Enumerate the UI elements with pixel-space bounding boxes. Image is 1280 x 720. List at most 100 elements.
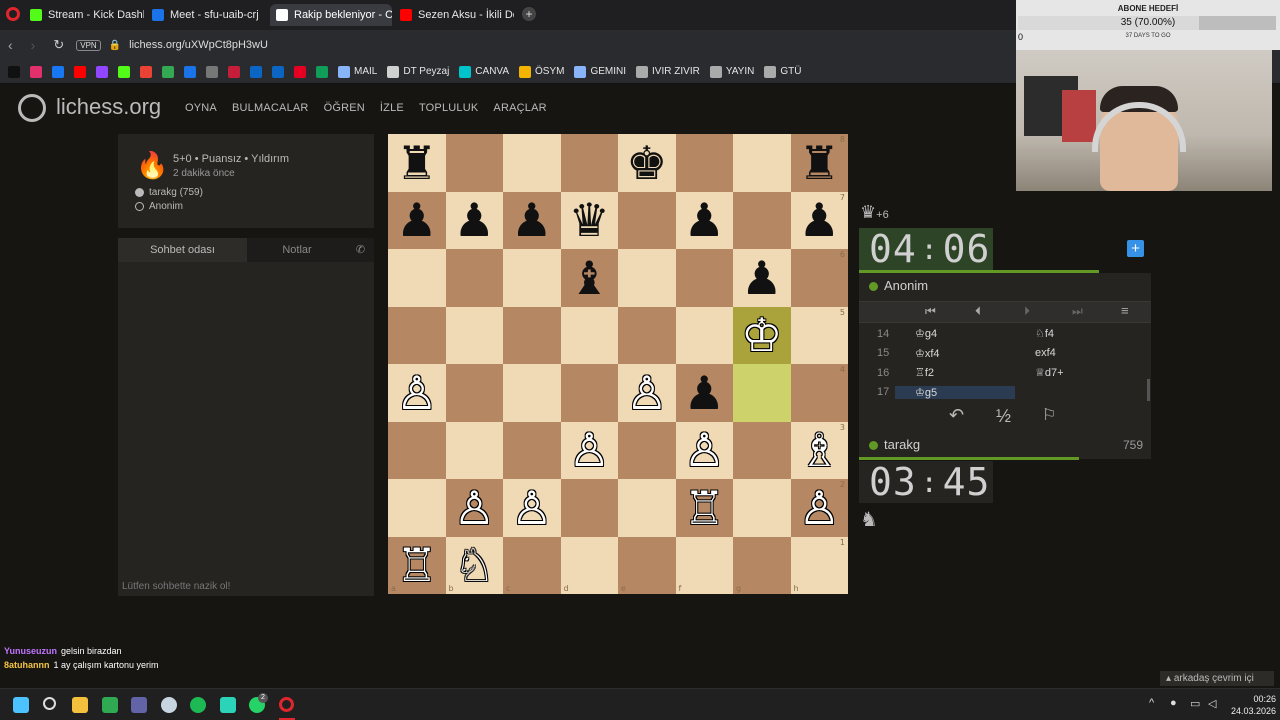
- black-piece-icon[interactable]: ♚: [626, 140, 667, 186]
- bookmark-item[interactable]: [30, 65, 42, 78]
- square-e4[interactable]: ♙: [618, 364, 676, 422]
- bookmark-item[interactable]: [52, 65, 64, 78]
- bookmark-item[interactable]: GEMINI: [574, 65, 626, 78]
- tab-notes[interactable]: Notlar: [247, 238, 347, 262]
- first-move-icon[interactable]: ⏮: [925, 304, 936, 319]
- microphone-icon[interactable]: ●: [1170, 697, 1177, 709]
- square-e6[interactable]: [618, 249, 676, 307]
- phone-icon[interactable]: ✆: [347, 238, 374, 262]
- vpn-badge[interactable]: VPN: [76, 39, 101, 51]
- chat-input[interactable]: Lütfen sohbette nazik ol!: [118, 578, 374, 596]
- chess-board[interactable]: ♜ ♚ ♜ 8 ♟ ♟ ♟ ♛ ♟ ♟ 7 ♝ ♟ 6 ♔ 5 ♙ ♙ ♟ 4 ♙ ♙ ♗ 3 ♙ ♙ ♖ ♙ 2 ♖ a ♘ b c d e f g 1 h: [388, 134, 848, 594]
- white-move[interactable]: ♖f2: [895, 366, 1015, 379]
- white-piece-icon[interactable]: ♔: [741, 312, 782, 358]
- square-d1[interactable]: d: [560, 536, 618, 594]
- bookmark-item[interactable]: [184, 65, 196, 78]
- bookmark-item[interactable]: DT Peyzaj: [387, 65, 449, 78]
- square-d5[interactable]: [560, 306, 618, 364]
- nav-item[interactable]: TOPLULUK: [419, 102, 478, 114]
- square-h7[interactable]: ♟ 7: [790, 191, 848, 249]
- search-icon[interactable]: [43, 697, 56, 710]
- black-player-link[interactable]: Anonim: [149, 201, 183, 212]
- bookmark-item[interactable]: [272, 65, 284, 78]
- bookmark-item[interactable]: ÖSYM: [519, 65, 564, 78]
- square-f2[interactable]: ♖: [675, 479, 733, 537]
- square-c1[interactable]: c: [503, 536, 561, 594]
- white-piece-icon[interactable]: ♙: [569, 427, 610, 473]
- nav-item[interactable]: BULMACALAR: [232, 102, 309, 114]
- bookmark-item[interactable]: [206, 65, 218, 78]
- black-move[interactable]: exf4: [1015, 347, 1135, 359]
- friends-online[interactable]: ▴ arkadaş çevrim içi: [1160, 671, 1274, 686]
- taskbar-time[interactable]: 00:26: [1236, 694, 1276, 704]
- bookmark-item[interactable]: CANVA: [459, 65, 509, 78]
- black-move[interactable]: ♕d7+: [1015, 366, 1135, 379]
- black-piece-icon[interactable]: ♛: [569, 197, 610, 243]
- square-c4[interactable]: [503, 364, 561, 422]
- back-icon[interactable]: ‹: [8, 37, 13, 53]
- white-player-link[interactable]: tarakg (759): [149, 187, 203, 198]
- spotify-icon[interactable]: [190, 697, 206, 713]
- square-g4[interactable]: [733, 364, 791, 422]
- white-piece-icon[interactable]: ♖: [684, 485, 725, 531]
- resign-flag-icon[interactable]: ⚐: [1042, 405, 1056, 425]
- bookmark-item[interactable]: [250, 65, 262, 78]
- bookmark-item[interactable]: [74, 65, 86, 78]
- url-field[interactable]: lichess.org/uXWpCt8pH3wU: [129, 39, 268, 51]
- offer-draw-button[interactable]: ½: [996, 406, 1011, 427]
- square-d6[interactable]: ♝: [560, 249, 618, 307]
- bookmark-item[interactable]: [162, 65, 174, 78]
- white-piece-icon[interactable]: ♙: [396, 370, 437, 416]
- white-move[interactable]: ♔g5: [895, 385, 1015, 399]
- white-piece-icon[interactable]: ♙: [454, 485, 495, 531]
- square-h1[interactable]: 1h: [790, 536, 848, 594]
- nav-item[interactable]: OYNA: [185, 102, 217, 114]
- black-piece-icon[interactable]: ♜: [396, 140, 437, 186]
- tab-kick[interactable]: Stream - Kick Dashboard: [24, 4, 144, 26]
- square-g6[interactable]: ♟: [733, 249, 791, 307]
- square-g3[interactable]: [733, 421, 791, 479]
- white-move[interactable]: ♔g4: [895, 327, 1015, 340]
- black-piece-icon[interactable]: ♟: [684, 370, 725, 416]
- menu-icon[interactable]: ≡: [1121, 303, 1129, 318]
- square-g8[interactable]: [733, 134, 791, 192]
- lichess-logo-icon[interactable]: [18, 94, 46, 122]
- square-f6[interactable]: [675, 249, 733, 307]
- square-f3[interactable]: ♙: [675, 421, 733, 479]
- last-move-icon[interactable]: ⏭: [1072, 304, 1083, 319]
- square-a4[interactable]: ♙: [388, 364, 446, 422]
- bookmark-item[interactable]: IVIR ZIVIR: [636, 65, 700, 78]
- nav-item[interactable]: ARAÇLAR: [493, 102, 546, 114]
- tab-lichess[interactable]: Rakip bekleniyor - Oy: [270, 4, 392, 26]
- network-icon[interactable]: ▭: [1190, 697, 1200, 710]
- square-e8[interactable]: ♚: [618, 134, 676, 192]
- bookmark-item[interactable]: GTÜ: [764, 65, 801, 78]
- square-g1[interactable]: g: [733, 536, 791, 594]
- next-move-icon[interactable]: ⏵: [1024, 304, 1030, 319]
- square-d2[interactable]: [560, 479, 618, 537]
- square-f8[interactable]: [675, 134, 733, 192]
- add-time-button[interactable]: +: [1127, 240, 1144, 257]
- square-b3[interactable]: [445, 421, 503, 479]
- opera-logo-icon[interactable]: [6, 7, 20, 21]
- nav-item[interactable]: ÖĞREN: [324, 102, 365, 114]
- square-b5[interactable]: [445, 306, 503, 364]
- black-move[interactable]: ♘f4: [1015, 327, 1135, 340]
- black-piece-icon[interactable]: ♟: [396, 197, 437, 243]
- takeback-button[interactable]: ↶: [949, 405, 964, 426]
- square-c5[interactable]: [503, 306, 561, 364]
- square-a3[interactable]: [388, 421, 446, 479]
- square-g2[interactable]: [733, 479, 791, 537]
- white-piece-icon[interactable]: ♖: [396, 542, 437, 588]
- tray-chevron-icon[interactable]: ^: [1149, 697, 1154, 709]
- tab-meet[interactable]: Meet - sfu-uaib-crj: [146, 4, 268, 26]
- reload-icon[interactable]: ↻: [53, 37, 64, 53]
- bookmark-item[interactable]: [118, 65, 130, 78]
- square-b1[interactable]: ♘ b: [445, 536, 503, 594]
- bookmark-item[interactable]: [8, 65, 20, 78]
- square-a7[interactable]: ♟: [388, 191, 446, 249]
- square-b6[interactable]: [445, 249, 503, 307]
- square-d3[interactable]: ♙: [560, 421, 618, 479]
- new-tab-button[interactable]: +: [522, 7, 536, 21]
- steam-icon[interactable]: [161, 697, 177, 713]
